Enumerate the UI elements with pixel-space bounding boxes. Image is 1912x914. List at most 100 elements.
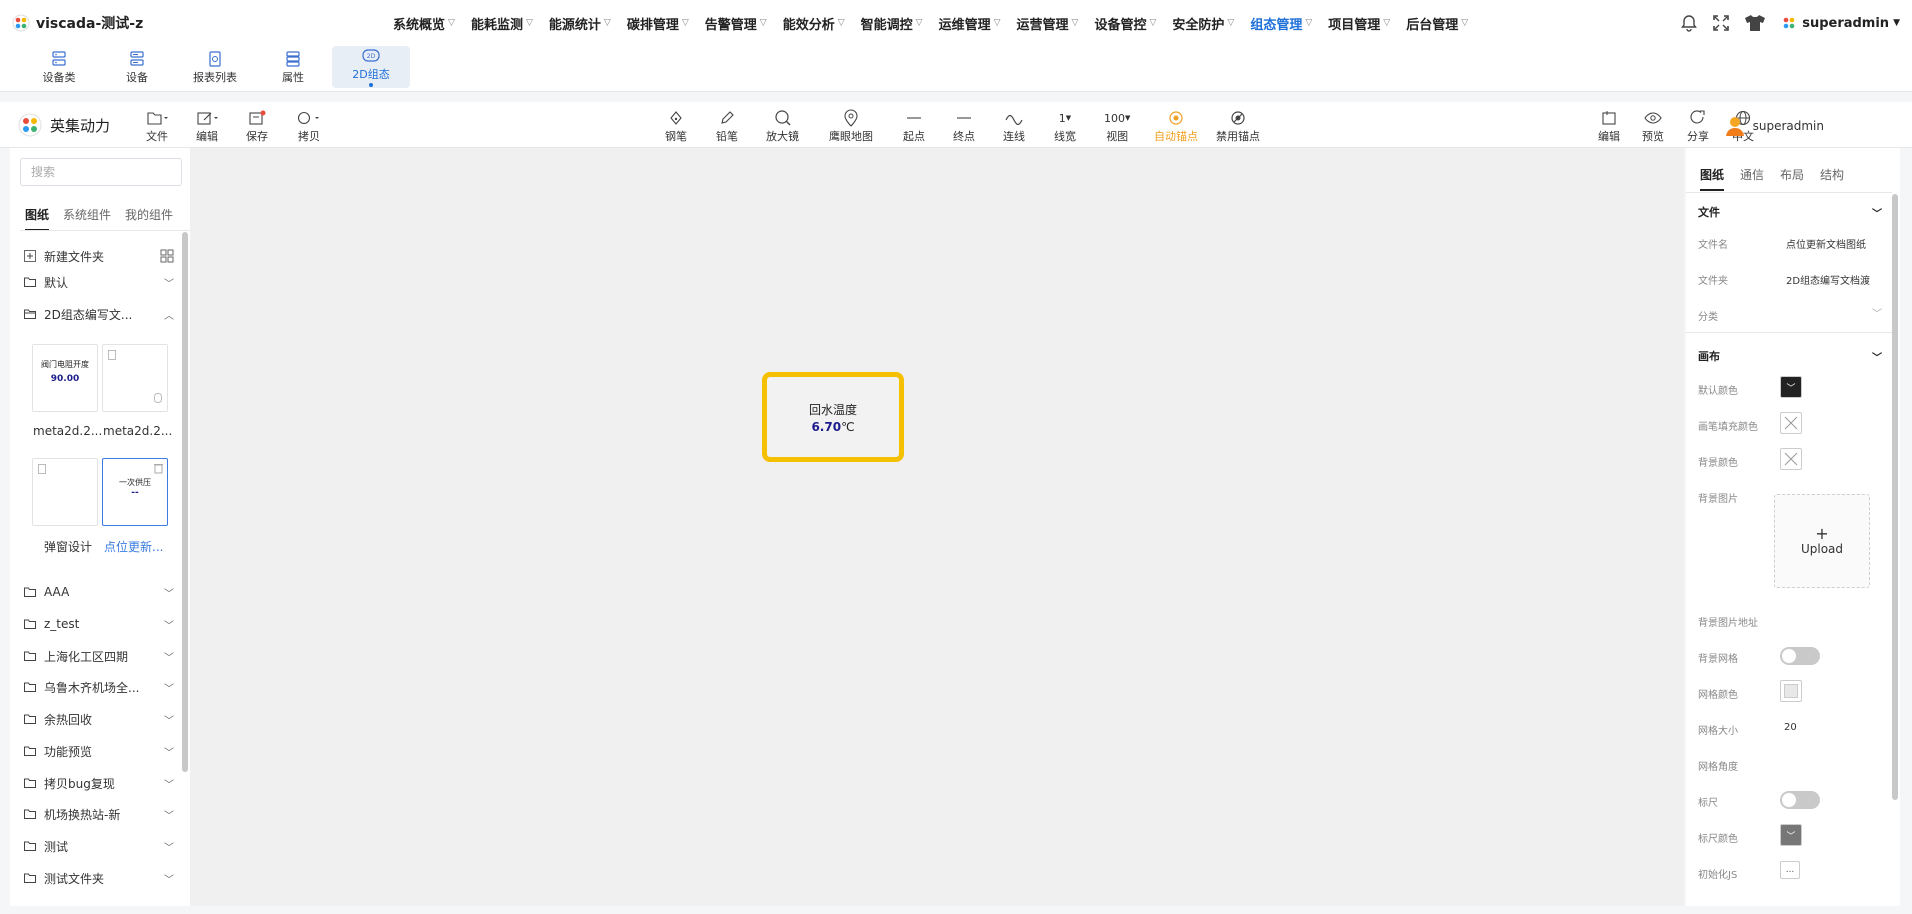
fullscreen-icon[interactable]	[1712, 14, 1730, 32]
folder-select[interactable]: 2D组态编写文档渡	[1786, 272, 1870, 287]
editor-brand: 英集动力	[18, 113, 110, 137]
drawing-canvas[interactable]: 回水温度 6.70℃	[190, 148, 1684, 906]
tool-start-point[interactable]: 起点	[903, 108, 925, 144]
ruler-toggle[interactable]	[1780, 791, 1820, 809]
bell-icon[interactable]	[1680, 14, 1698, 32]
app-brand[interactable]: viscada-测试-z	[12, 13, 382, 33]
search-input[interactable]: 搜索	[20, 158, 182, 186]
folder-icon	[24, 746, 36, 756]
nav-item[interactable]: 运营管理 ▽	[1009, 0, 1087, 46]
background-color-picker[interactable]	[1780, 448, 1802, 470]
drawing-thumbnail-selected[interactable]: 一次供压 --	[102, 458, 168, 526]
properties-tabs: 图纸 通信 布局 结构	[1700, 166, 1844, 191]
editor-user-name: superadmin	[1752, 119, 1824, 133]
tab-system-components[interactable]: 系统组件	[63, 206, 111, 231]
folder-row[interactable]: 测试文件夹 ﹀	[24, 868, 174, 888]
theme-shirt-icon[interactable]	[1744, 14, 1766, 32]
folder-row-open[interactable]: 2D组态编写文... ︿	[24, 304, 174, 324]
folder-row[interactable]: 默认 ﹀	[24, 272, 174, 292]
folder-row[interactable]: z_test ﹀	[24, 614, 174, 634]
chevron-down-icon: ▽	[1071, 18, 1079, 28]
nav-item[interactable]: 设备管控 ▽	[1086, 0, 1164, 46]
tab-drawings[interactable]: 图纸	[25, 206, 50, 231]
tool-view-zoom[interactable]: 100 ▼ 视图	[1104, 108, 1130, 144]
tab-report-list[interactable]: 报表列表	[176, 46, 254, 88]
tool-pencil[interactable]: 铅笔	[716, 108, 738, 144]
tab-2d-config[interactable]: 2D 2D组态	[332, 46, 410, 88]
tool-file[interactable]: 文件	[146, 108, 168, 144]
upload-button[interactable]: + Upload	[1774, 494, 1870, 588]
tool-auto-anchor[interactable]: 自动锚点	[1154, 108, 1198, 144]
grid-view-icon[interactable]	[160, 249, 174, 263]
tab-my-components[interactable]: 我的组件	[125, 206, 173, 231]
nav-item[interactable]: 碳排管理 ▽	[619, 0, 697, 46]
tool-magnifier[interactable]: 放大镜	[766, 108, 799, 144]
nav-item[interactable]: 告警管理 ▽	[697, 0, 775, 46]
drawing-thumbnail[interactable]: 阀门电阻开度 90.00	[32, 344, 98, 412]
tool-save[interactable]: 保存	[246, 108, 268, 144]
canvas-section-header[interactable]: 画布 ﹀	[1698, 348, 1882, 364]
thumb-caption: meta2d.2...	[33, 424, 103, 438]
tool-edit[interactable]: 编辑	[196, 108, 218, 144]
grid-size-input[interactable]: 20	[1784, 722, 1797, 733]
delete-icon[interactable]	[154, 463, 163, 474]
tool-label: 放大镜	[766, 130, 799, 143]
scrollbar[interactable]	[182, 232, 188, 772]
nav-item[interactable]: 系统概览 ▽	[385, 0, 463, 46]
file-section-header[interactable]: 文件 ﹀	[1698, 204, 1882, 220]
temperature-widget[interactable]: 回水温度 6.70℃	[762, 372, 904, 462]
tool-connect-line[interactable]: 连线	[1003, 108, 1025, 144]
drawing-thumbnail[interactable]	[102, 344, 168, 412]
category-select[interactable]: ﹀	[1872, 305, 1882, 320]
thumb-number: 90.00	[50, 374, 80, 384]
folder-row[interactable]: 余热回收 ﹀	[24, 709, 174, 729]
folder-row[interactable]: 上海化工区四期 ﹀	[24, 646, 174, 666]
nav-item[interactable]: 智能调控 ▽	[853, 0, 931, 46]
scrollbar[interactable]	[1892, 194, 1898, 800]
nav-item[interactable]: 运维管理 ▽	[931, 0, 1009, 46]
folder-row[interactable]: AAA ﹀	[24, 582, 174, 602]
tool-share[interactable]: 分享	[1687, 108, 1709, 144]
widget-title: 回水温度	[808, 402, 857, 417]
drawing-thumbnail[interactable]	[32, 458, 98, 526]
tab-structure[interactable]: 结构	[1820, 166, 1844, 191]
grid-color-picker[interactable]	[1780, 680, 1802, 702]
tab-device-class[interactable]: 设备类	[20, 46, 98, 88]
folder-row[interactable]: 机场换热站-新 ﹀	[24, 804, 174, 824]
tool-preview[interactable]: 预览	[1642, 108, 1664, 144]
tab-layout[interactable]: 布局	[1780, 166, 1804, 191]
file-name-input[interactable]: 点位更新文档图纸	[1786, 236, 1866, 251]
default-color-picker[interactable]: ﹀	[1780, 376, 1802, 398]
user-menu[interactable]: superadmin ▼	[1780, 14, 1900, 32]
tool-eagle-map[interactable]: 鹰眼地图	[829, 108, 873, 144]
tool-copy[interactable]: 拷贝	[296, 108, 322, 144]
nav-item[interactable]: 安全防护 ▽	[1164, 0, 1242, 46]
tool-disable-anchor[interactable]: 禁用锚点	[1216, 108, 1260, 144]
folder-row[interactable]: 测试 ﹀	[24, 836, 174, 856]
map-pin-icon	[843, 108, 859, 128]
tool-edit-mode[interactable]: 编辑	[1598, 108, 1620, 144]
folder-row[interactable]: 拷贝bug复现 ﹀	[24, 773, 174, 793]
ruler-color-picker[interactable]: ﹀	[1780, 824, 1802, 846]
tab-device[interactable]: 设备	[98, 46, 176, 88]
pen-fill-color-picker[interactable]	[1780, 412, 1802, 434]
folder-row[interactable]: 乌鲁木齐机场全... ﹀	[24, 677, 174, 697]
editor-user[interactable]: superadmin	[1725, 115, 1824, 137]
folder-row[interactable]: 功能预览 ﹀	[24, 741, 174, 761]
nav-item[interactable]: 项目管理 ▽	[1320, 0, 1398, 46]
nav-item[interactable]: 能效分析 ▽	[775, 0, 853, 46]
background-grid-toggle[interactable]	[1780, 647, 1820, 665]
tool-line-width[interactable]: 1 ▼ 线宽	[1054, 108, 1076, 144]
tab-drawing[interactable]: 图纸	[1700, 166, 1725, 191]
init-js-button[interactable]: ...	[1780, 861, 1800, 879]
tab-attributes[interactable]: 属性	[254, 46, 332, 88]
nav-item[interactable]: 能耗监测 ▽	[463, 0, 541, 46]
chevron-down-icon: ﹀	[164, 842, 174, 854]
new-folder-row[interactable]: 新建文件夹	[24, 246, 174, 266]
nav-item-active[interactable]: 组态管理 ▽	[1242, 0, 1320, 46]
tool-end-point[interactable]: 终点	[953, 108, 975, 144]
nav-item[interactable]: 后台管理 ▽	[1398, 0, 1476, 46]
tool-pen[interactable]: 钢笔	[665, 108, 687, 144]
tab-communication[interactable]: 通信	[1740, 166, 1764, 191]
nav-item[interactable]: 能源统计 ▽	[541, 0, 619, 46]
